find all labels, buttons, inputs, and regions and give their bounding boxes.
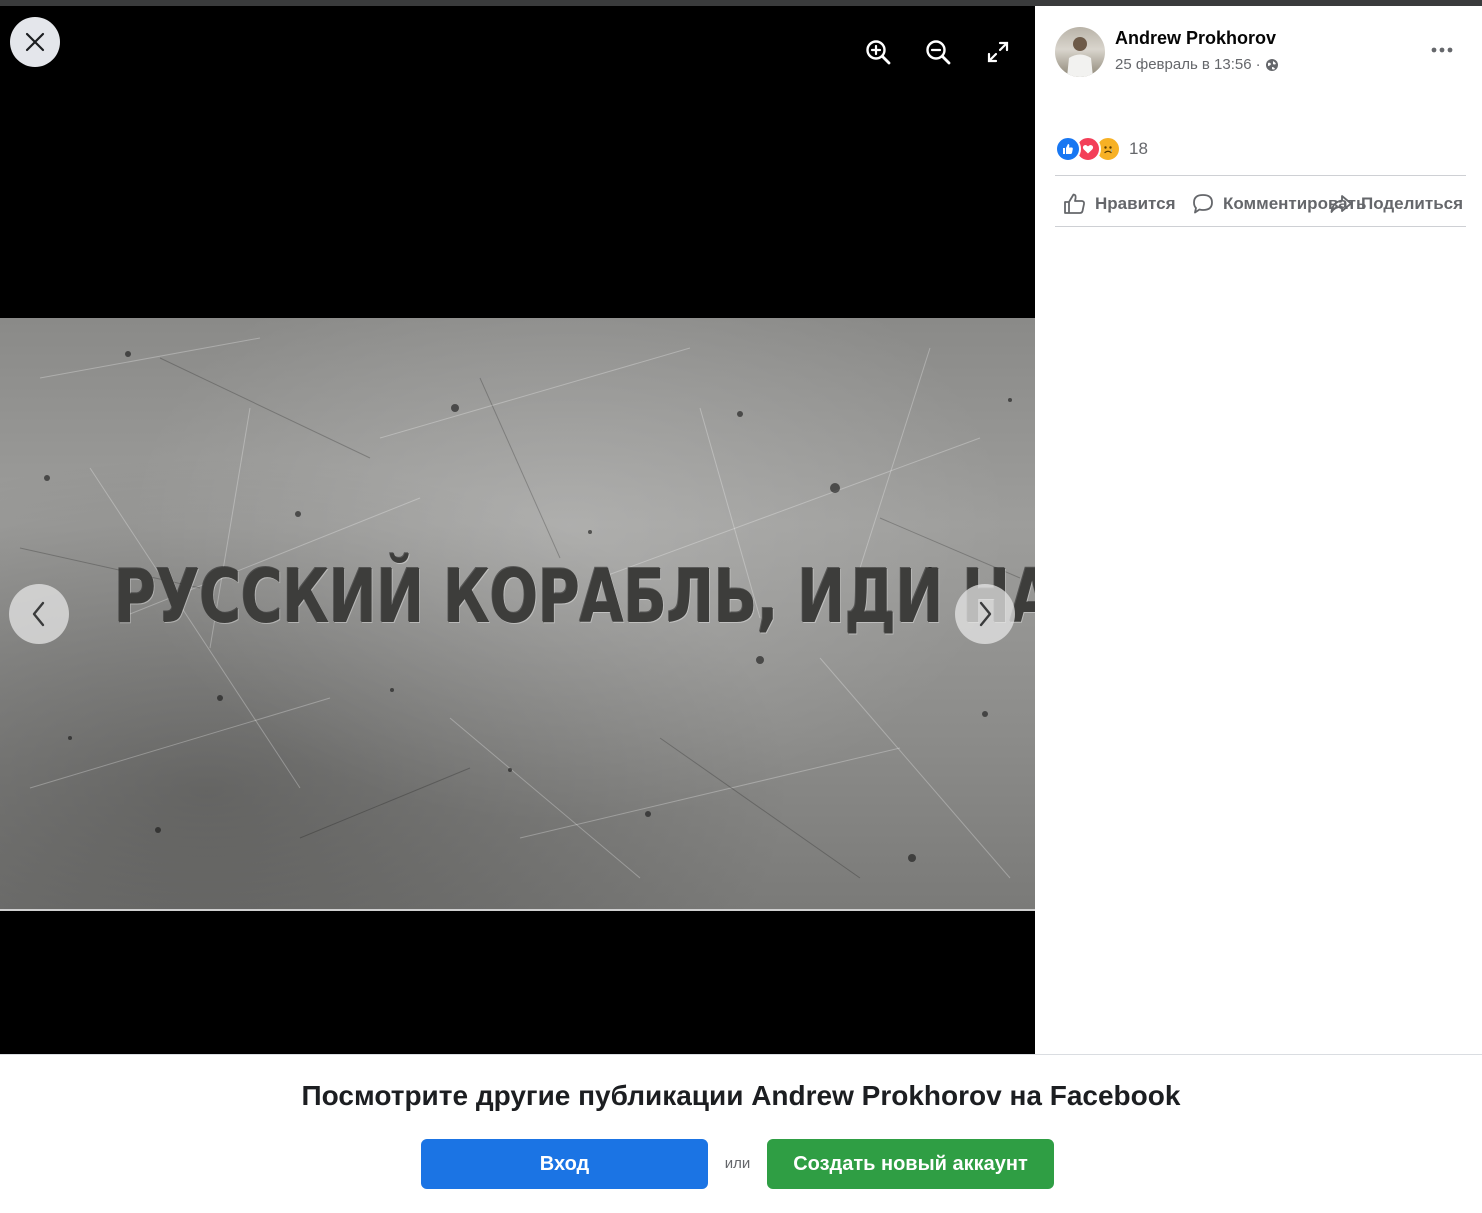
more-options-button[interactable] [1422,34,1462,66]
like-button[interactable]: Нравится [1063,182,1176,226]
post-meta: 25 февраль в 13:56 · [1115,56,1279,73]
chevron-right-icon [979,601,992,627]
share-label: Поделиться [1361,194,1464,213]
zoom-in-icon [866,40,891,65]
close-icon [25,32,45,52]
reaction-count: 18 [1129,139,1148,158]
fullscreen-button[interactable] [980,34,1016,70]
more-options-icon [1431,47,1453,53]
globe-icon [1265,58,1278,71]
reactions-summary[interactable]: 18 [1055,136,1148,162]
like-icon [1064,193,1085,214]
post-timestamp[interactable]: 25 февраль в 13:56 [1115,56,1252,73]
login-prompt-title: Посмотрите другие публикации Andrew Prok… [301,1080,1181,1111]
avatar-image [1067,37,1093,77]
or-label: или [724,1155,751,1172]
post-actions: Нравится Комментировать Поделиться [1055,182,1466,226]
zoom-in-button[interactable] [860,34,896,70]
zoom-out-icon [926,40,951,65]
close-button[interactable] [10,17,60,67]
photo-caption-text: РУССКИЙ КОРАБЛЬ, ИДИ НАХУЙ! [113,554,1035,640]
share-icon [1330,195,1352,213]
comment-icon [1193,194,1213,214]
zoom-out-button[interactable] [920,34,956,70]
login-button[interactable]: Вход [421,1139,708,1189]
photo-viewer: РУССКИЙ КОРАБЛЬ, ИДИ НАХУЙ! [0,6,1035,1054]
like-reaction-icon [1055,136,1081,162]
divider-bottom [1055,226,1466,227]
photo-bottom-edge [0,909,1035,911]
post-author-name[interactable]: Andrew Prokhorov [1115,28,1276,49]
next-photo-button[interactable] [955,584,1015,644]
post-side-panel: Andrew Prokhorov 25 февраль в 13:56 · 18… [1035,6,1482,1054]
fullscreen-icon [987,41,1009,63]
divider-top [1055,175,1466,176]
avatar[interactable] [1055,27,1105,77]
meta-separator: · [1255,56,1261,73]
like-label: Нравится [1095,194,1176,213]
share-button[interactable]: Поделиться [1329,182,1463,226]
create-account-button[interactable]: Создать новый аккаунт [767,1139,1054,1189]
previous-photo-button[interactable] [9,584,69,644]
chevron-left-icon [32,601,45,627]
post-photo: РУССКИЙ КОРАБЛЬ, ИДИ НАХУЙ! [0,318,1035,909]
login-prompt-bar: Посмотрите другие публикации Andrew Prok… [0,1054,1482,1213]
